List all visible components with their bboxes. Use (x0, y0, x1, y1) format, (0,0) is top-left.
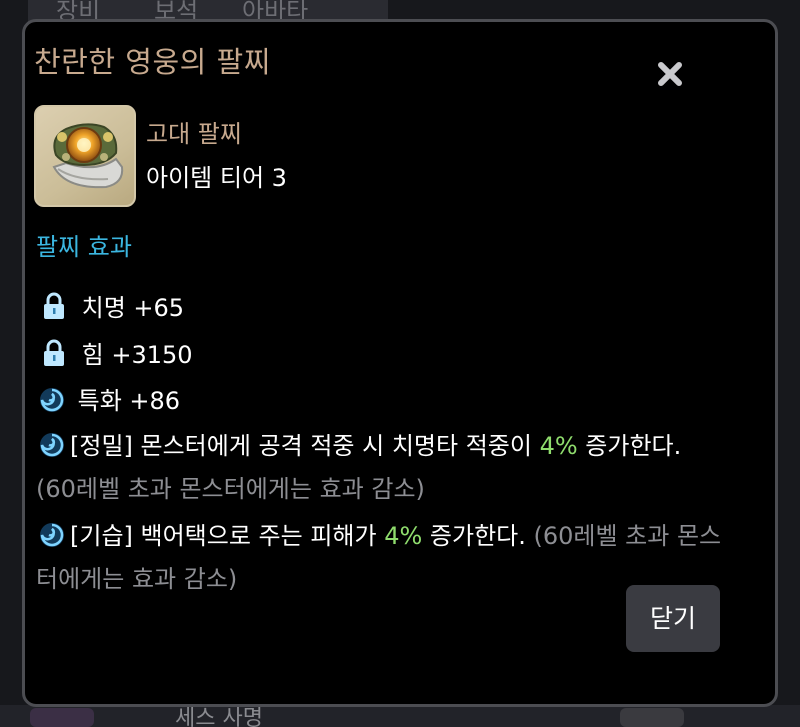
swirl-icon (40, 523, 64, 547)
item-grade: 고대 팔찌 (146, 120, 242, 148)
bg-thumbnail (30, 708, 94, 727)
effect-row: 힘 +3150 (36, 337, 726, 373)
effect-text: [정밀] 몬스터에게 공격 적중 시 치명타 적중이 (70, 432, 540, 460)
ancient-bracelet-icon (52, 123, 124, 189)
effect-note: (60레벨 초과 몬스터에게는 효과 감소) (36, 475, 425, 503)
swirl-icon (40, 388, 64, 412)
close-x-icon[interactable] (654, 58, 686, 90)
effect-row: [정밀] 몬스터에게 공격 적중 시 치명타 적중이 4% 증가한다. (60레… (36, 425, 726, 511)
item-title: 찬란한 영웅의 팔찌 (34, 45, 271, 79)
bg-thumbnail (620, 708, 684, 727)
effect-highlight-value: 4% (539, 432, 578, 460)
lock-icon (44, 292, 64, 319)
effect-text: 증가한다. (577, 432, 682, 460)
effect-row: [기습] 백어택으로 주는 피해가 4% 증가한다. (60레벨 초과 몬스터에… (36, 515, 726, 601)
effect-highlight-value: 4% (384, 522, 423, 550)
effect-text: 특화 +86 (77, 387, 181, 415)
effect-row: 특화 +86 (36, 383, 726, 419)
item-icon-box (34, 105, 136, 207)
effect-row: 치명 +65 (36, 290, 726, 326)
effect-text: 치명 +65 (81, 294, 185, 322)
effect-text: 힘 +3150 (81, 341, 193, 369)
effect-text: [기습] 백어택으로 주는 피해가 (70, 522, 385, 550)
lock-icon (44, 339, 64, 366)
swirl-icon (40, 433, 64, 457)
item-tier: 아이템 티어 3 (146, 164, 287, 192)
close-button[interactable]: 닫기 (626, 585, 720, 652)
effects-section-title: 팔찌 효과 (36, 233, 132, 261)
bg-bottom-text: 세스 사명 (175, 706, 263, 727)
effect-text: 증가한다. (422, 522, 526, 550)
